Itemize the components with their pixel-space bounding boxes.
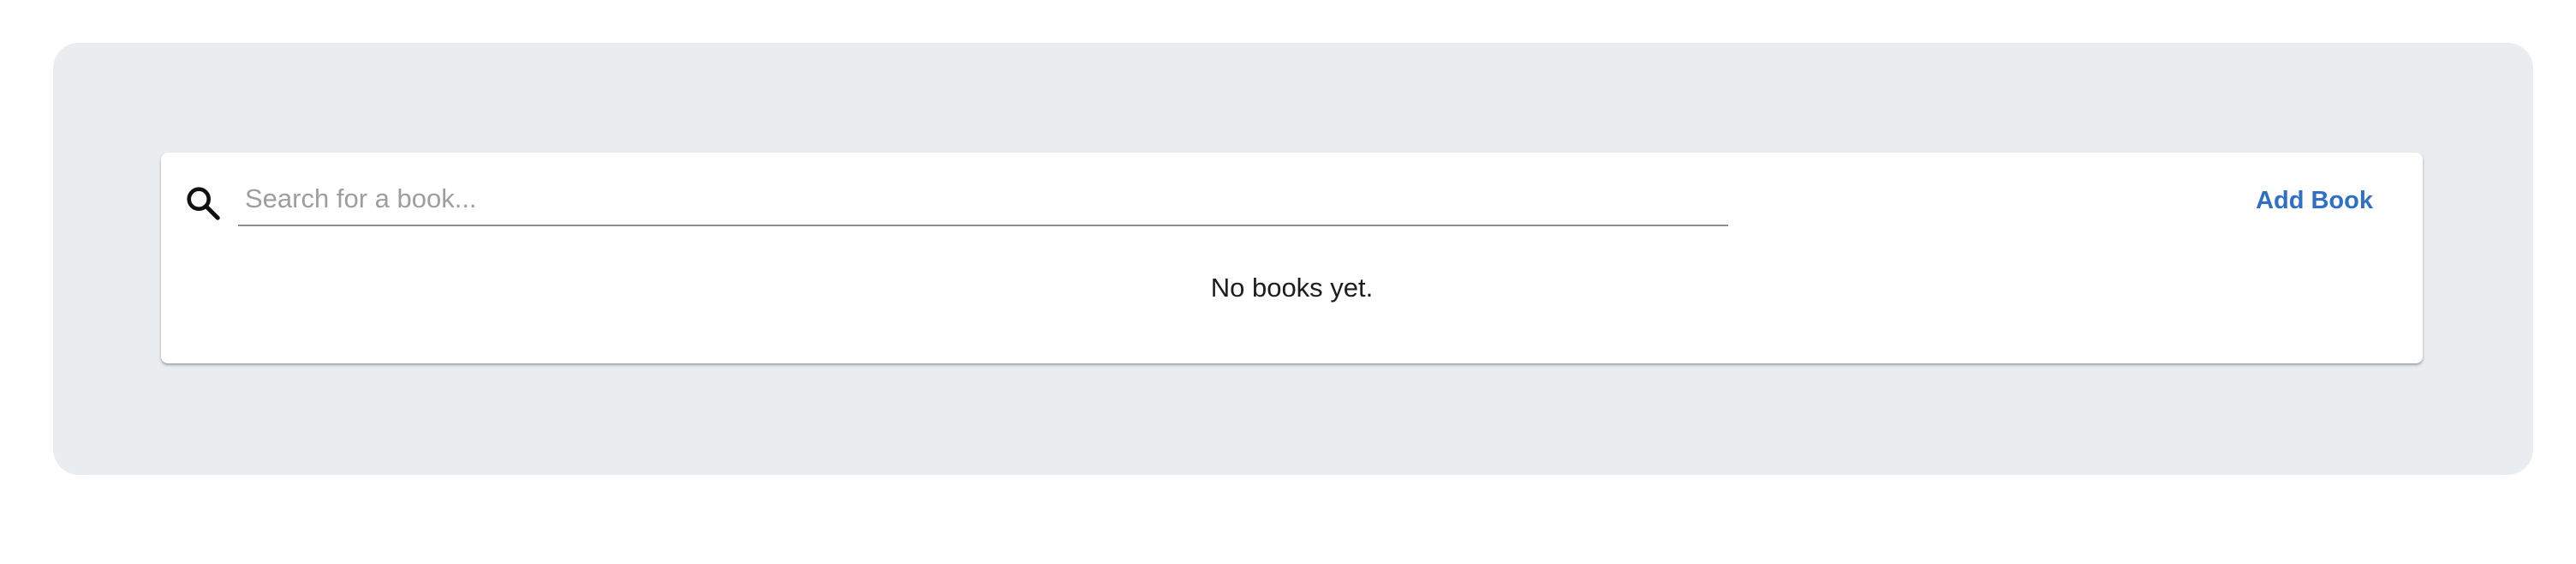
book-list-card: Add Book No books yet.	[161, 153, 2423, 363]
search-icon	[187, 187, 220, 220]
add-book-button[interactable]: Add Book	[2252, 178, 2376, 223]
search-input[interactable]	[245, 177, 1718, 221]
books-panel: Add Book No books yet.	[53, 43, 2533, 475]
search-field[interactable]	[238, 173, 1728, 226]
empty-state-message: No books yet.	[1210, 273, 1374, 303]
